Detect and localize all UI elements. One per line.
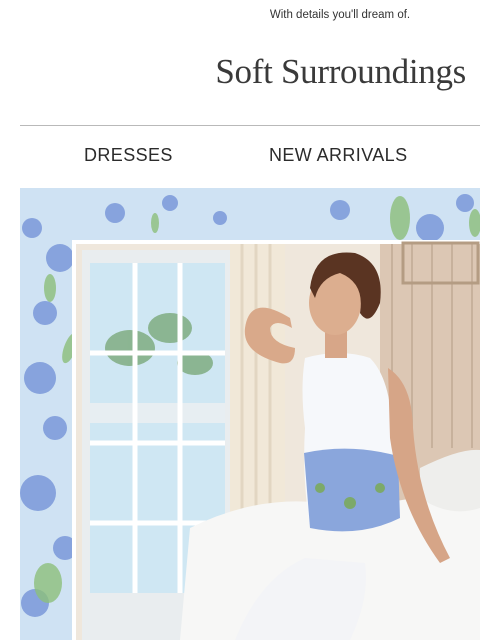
hero-image[interactable]	[20, 188, 480, 640]
nav-item-dresses[interactable]: DRESSES	[84, 145, 173, 166]
hero-photo-icon	[20, 188, 480, 640]
brand-logo[interactable]: Soft Surroundings	[215, 52, 466, 92]
header-divider	[20, 125, 480, 126]
nav-item-new-arrivals[interactable]: NEW ARRIVALS	[269, 145, 408, 166]
main-nav: DRESSES NEW ARRIVALS	[0, 145, 480, 169]
header-tagline: With details you'll dream of.	[269, 9, 411, 21]
